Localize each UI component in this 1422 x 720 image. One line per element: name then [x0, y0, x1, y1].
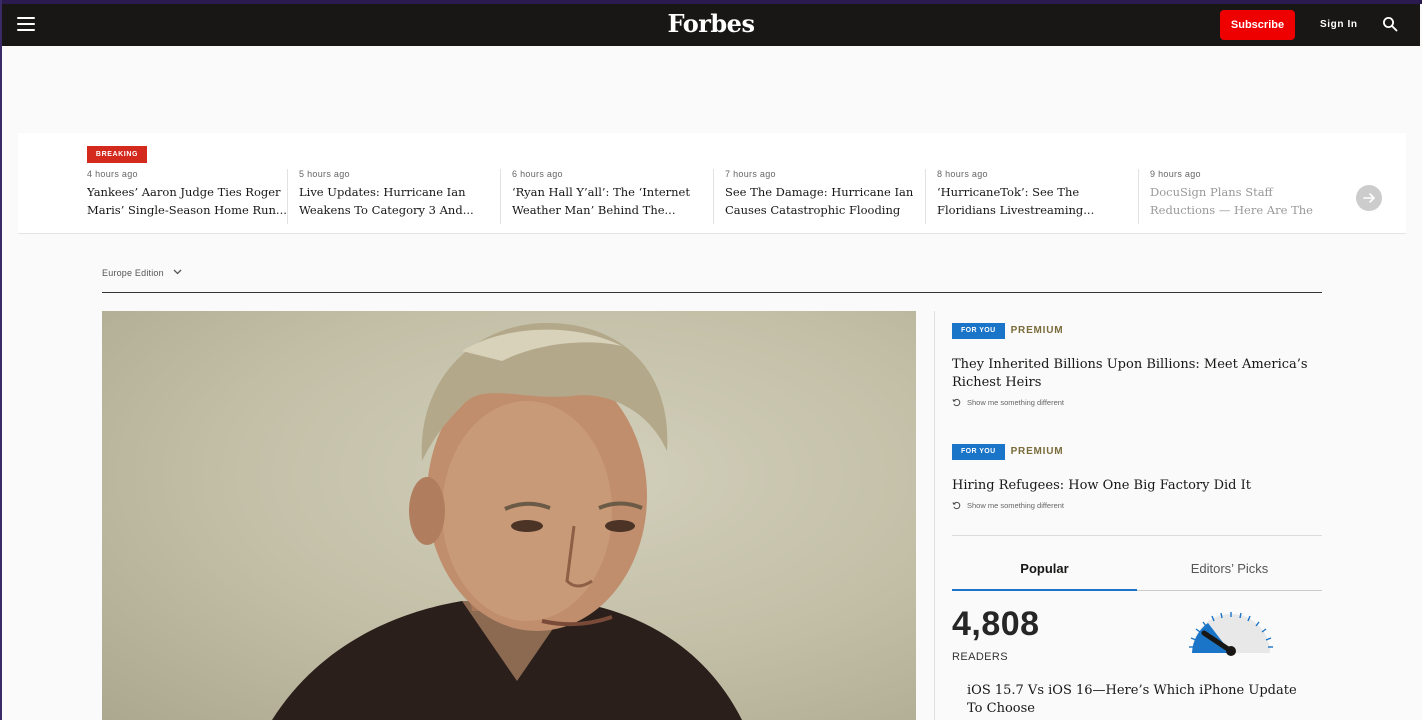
story-title[interactable]: Live Updates: Hurricane Ian Weakens To C…	[299, 183, 499, 219]
story-time: 4 hours ago	[87, 169, 138, 179]
edition-selector[interactable]: Europe Edition	[102, 268, 182, 278]
breaking-story[interactable]: 4 hours ago Yankees’ Aaron Judge Ties Ro…	[87, 169, 299, 224]
breaking-news-strip: BREAKING 4 hours ago Yankees’ Aaron Judg…	[18, 133, 1406, 234]
show-different-link[interactable]: Show me something different	[952, 501, 1322, 510]
breaking-badge: BREAKING	[87, 146, 147, 163]
site-header: Forbes Subscribe Sign In	[2, 4, 1420, 46]
story-title[interactable]: ‘Ryan Hall Y’all’: The ‘Internet Weather…	[512, 183, 712, 219]
card-title[interactable]: Hiring Refugees: How One Big Factory Did…	[952, 477, 1322, 495]
readers-gauge-icon	[1189, 612, 1273, 656]
popular-story-title[interactable]: iOS 15.7 Vs iOS 16—Here’s Which iPhone U…	[967, 682, 1307, 718]
show-different-label: Show me something different	[967, 398, 1064, 407]
story-divider	[287, 169, 288, 224]
story-divider	[500, 169, 501, 224]
readers-count: 4,808	[952, 605, 1040, 643]
for-you-badge: FOR YOU	[952, 443, 1005, 460]
chevron-down-icon	[173, 269, 182, 275]
story-time: 8 hours ago	[937, 169, 988, 179]
story-title[interactable]: ‘HurricaneTok’: See The Floridians Lives…	[937, 183, 1137, 219]
breaking-story[interactable]: 7 hours ago See The Damage: Hurricane Ia…	[713, 169, 925, 224]
sign-in-link[interactable]: Sign In	[1320, 19, 1358, 30]
search-icon[interactable]	[1382, 16, 1398, 32]
story-divider	[1138, 169, 1139, 224]
premium-label: PREMIUM	[1010, 325, 1064, 337]
section-divider	[952, 535, 1322, 536]
portrait-illustration	[272, 322, 742, 720]
story-title[interactable]: See The Damage: Hurricane Ian Causes Cat…	[725, 183, 925, 219]
breaking-story[interactable]: 5 hours ago Live Updates: Hurricane Ian …	[287, 169, 499, 224]
readers-label: READERS	[952, 651, 1008, 663]
refresh-icon	[952, 398, 961, 407]
breaking-story[interactable]: 9 hours ago DocuSign Plans Staff Reducti…	[1138, 169, 1334, 224]
popular-tabs: Popular Editors’ Picks	[952, 559, 1322, 591]
refresh-icon	[952, 501, 961, 510]
tab-popular[interactable]: Popular	[952, 559, 1137, 591]
premium-label: PREMIUM	[1010, 446, 1064, 458]
story-title[interactable]: Yankees’ Aaron Judge Ties Roger Maris’ S…	[87, 183, 299, 219]
edition-label: Europe Edition	[102, 268, 164, 278]
breaking-story[interactable]: 6 hours ago ‘Ryan Hall Y’all’: The ‘Inte…	[500, 169, 712, 224]
for-you-card: FOR YOU PREMIUM They Inherited Billions U…	[952, 322, 1322, 407]
subscribe-button[interactable]: Subscribe	[1220, 10, 1295, 40]
hero-image[interactable]	[102, 311, 916, 720]
story-divider	[713, 169, 714, 224]
for-you-card: FOR YOU PREMIUM Hiring Refugees: How One …	[952, 443, 1322, 510]
for-you-badge: FOR YOU	[952, 322, 1005, 339]
column-divider	[934, 311, 935, 720]
next-arrow-icon[interactable]	[1356, 185, 1382, 211]
show-different-link[interactable]: Show me something different	[952, 398, 1322, 407]
tab-editors-picks[interactable]: Editors’ Picks	[1137, 559, 1322, 591]
story-time: 7 hours ago	[725, 169, 776, 179]
breaking-story[interactable]: 8 hours ago ‘HurricaneTok’: See The Flor…	[925, 169, 1137, 224]
window-left-border	[0, 0, 2, 720]
edition-divider	[102, 292, 1322, 293]
show-different-label: Show me something different	[967, 501, 1064, 510]
card-title[interactable]: They Inherited Billions Upon Billions: M…	[952, 356, 1322, 392]
story-title[interactable]: DocuSign Plans Staff Reductions — Here A…	[1150, 183, 1334, 219]
story-time: 6 hours ago	[512, 169, 563, 179]
story-divider	[925, 169, 926, 224]
story-time: 9 hours ago	[1150, 169, 1201, 179]
forbes-logo[interactable]: Forbes	[2, 9, 1420, 38]
story-time: 5 hours ago	[299, 169, 350, 179]
